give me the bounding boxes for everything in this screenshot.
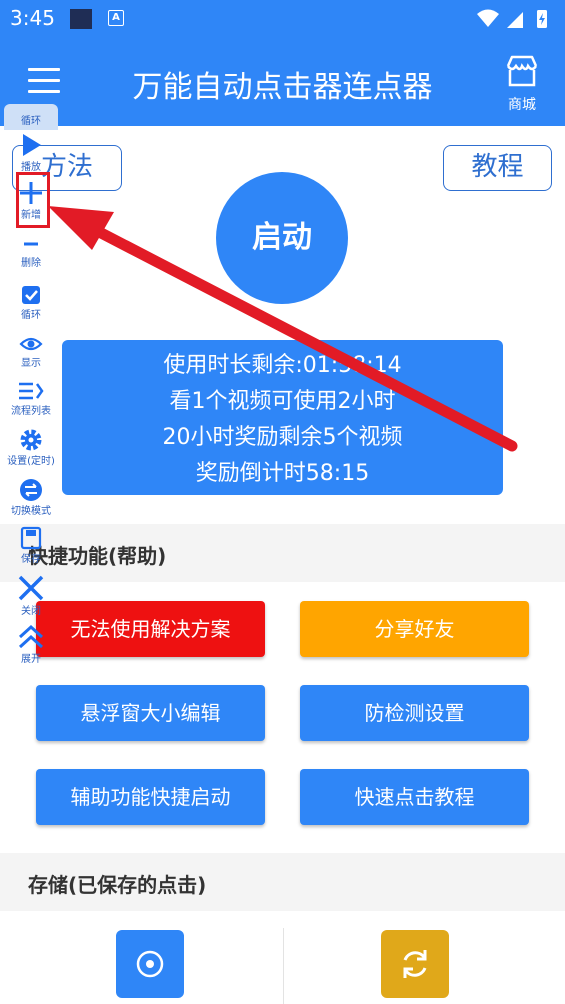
wifi-icon	[477, 9, 499, 27]
toolbar-delete[interactable]: 删除	[4, 234, 58, 270]
usage-info-panel: 使用时长剩余:01:58:14 看1个视频可使用2小时 20小时奖励剩余5个视频…	[62, 340, 503, 495]
system-status-icons	[477, 9, 547, 28]
save-icon	[20, 526, 42, 550]
status-bar: 3:45 A	[0, 0, 565, 38]
app-bar: 万能自动点击器连点器 商城	[0, 38, 565, 126]
video-reward-text: 看1个视频可使用2小时	[169, 389, 396, 414]
target-icon	[136, 950, 164, 978]
toolbar-switch-mode[interactable]: 切换模式	[4, 478, 58, 518]
quick-functions-header: 快捷功能(帮助)	[0, 524, 565, 582]
list-arrow-icon	[19, 382, 44, 400]
toolbar-expand[interactable]: 展开	[4, 624, 58, 666]
storage-divider	[283, 928, 284, 1004]
shop-label: 商城	[508, 97, 536, 113]
eye-icon	[19, 337, 43, 351]
notification-a-icon: A	[108, 10, 124, 26]
storage-label: 存储(已保存的点击)	[28, 873, 207, 897]
checkbox-icon	[22, 286, 40, 304]
share-friends-button[interactable]: 分享好友	[300, 601, 529, 657]
signal-icon	[507, 12, 523, 28]
toolbar-play[interactable]: 播放	[4, 132, 58, 174]
shop-button[interactable]: 商城	[497, 54, 547, 114]
tutorial-button[interactable]: 教程	[443, 145, 552, 191]
toolbar-process-list[interactable]: 流程列表	[4, 380, 58, 418]
toolbar-settings[interactable]: 设置(定时)	[4, 428, 58, 468]
gear-icon	[20, 429, 42, 451]
accessibility-quick-start-button[interactable]: 辅助功能快捷启动	[36, 769, 265, 825]
reward-remaining-text: 20小时奖励剩余5个视频	[162, 425, 403, 450]
start-button[interactable]: 启动	[216, 172, 348, 304]
anti-detection-button[interactable]: 防检测设置	[300, 685, 529, 741]
notification-square-icon	[70, 9, 92, 29]
swap-icon	[20, 479, 42, 501]
float-window-size-button[interactable]: 悬浮窗大小编辑	[36, 685, 265, 741]
toolbar-save[interactable]: 保存	[4, 526, 58, 566]
play-icon	[23, 134, 41, 156]
record-tile[interactable]	[116, 930, 184, 998]
reward-countdown-text: 奖励倒计时58:15	[195, 461, 370, 486]
toolbar-show[interactable]: 显示	[4, 334, 58, 370]
refresh-icon	[403, 950, 427, 978]
store-icon	[506, 55, 538, 87]
minus-icon	[24, 242, 38, 246]
close-icon	[18, 575, 44, 601]
unusable-solution-button[interactable]: 无法使用解决方案	[36, 601, 265, 657]
sync-tile[interactable]	[381, 930, 449, 998]
toolbar-loop[interactable]: 循环	[4, 284, 58, 322]
toolbar-loop-tab[interactable]: 循环	[4, 104, 58, 130]
toolbar-close[interactable]: 关闭	[4, 574, 58, 618]
highlight-box	[16, 172, 50, 228]
quick-click-tutorial-button[interactable]: 快速点击教程	[300, 769, 529, 825]
double-chevron-up-icon	[18, 624, 44, 649]
app-title: 万能自动点击器连点器	[132, 70, 433, 105]
status-time: 3:45	[10, 6, 55, 30]
storage-header: 存储(已保存的点击)	[0, 853, 565, 911]
remaining-time-text: 使用时长剩余:01:58:14	[163, 353, 402, 378]
